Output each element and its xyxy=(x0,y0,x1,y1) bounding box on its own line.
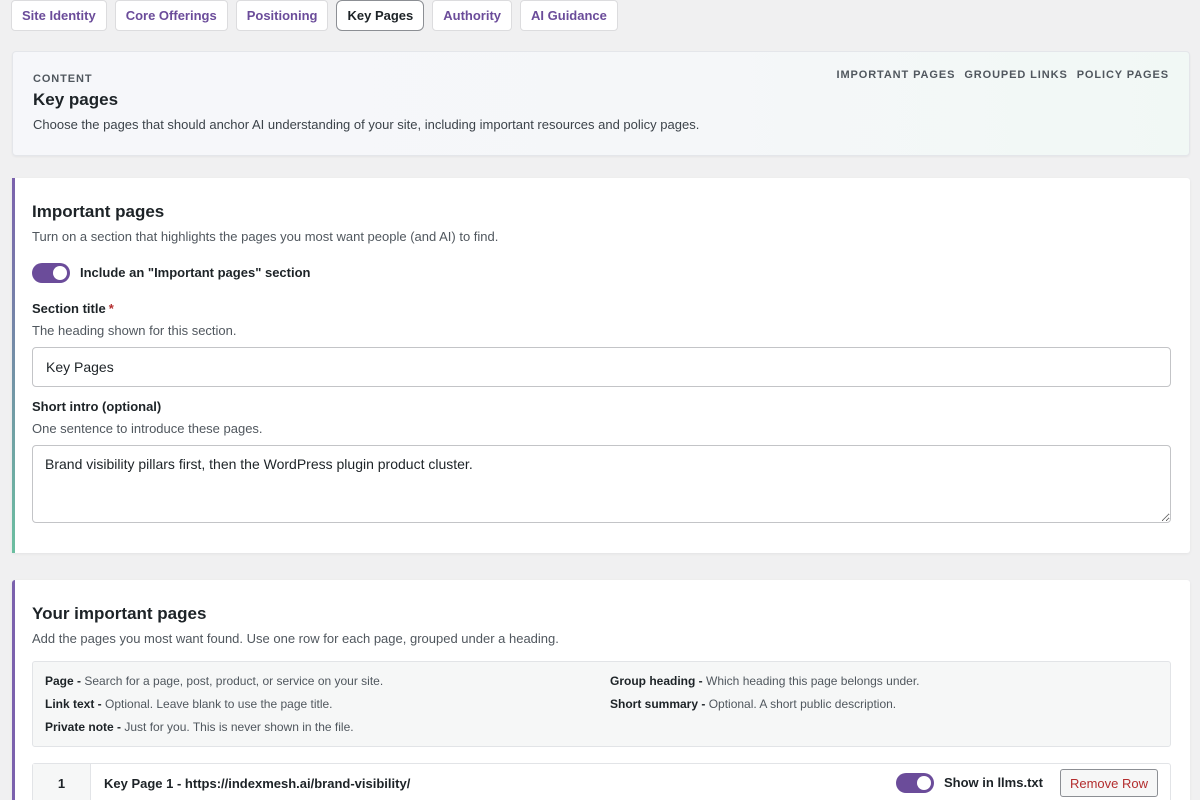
short-intro-help: One sentence to introduce these pages. xyxy=(32,421,263,436)
header-eyebrow: CONTENT xyxy=(33,73,93,85)
required-marker: * xyxy=(108,301,114,316)
tab-bar: Site Identity Core Offerings Positioning… xyxy=(11,0,618,31)
toggle-knob xyxy=(917,776,931,790)
tab-authority[interactable]: Authority xyxy=(432,0,513,31)
show-in-llms-toggle[interactable] xyxy=(896,773,934,793)
short-intro-textarea[interactable]: Brand visibility pillars first, then the… xyxy=(32,445,1171,523)
help-link-term: Link text - xyxy=(45,697,102,711)
tab-core-offerings[interactable]: Core Offerings xyxy=(114,0,228,31)
help-short-summary: Short summary - Optional. A short public… xyxy=(610,697,896,711)
section-title-help: The heading shown for this section. xyxy=(32,323,237,338)
show-in-llms-label: Show in llms.txt xyxy=(944,775,1043,790)
short-intro-label: Short intro (optional) xyxy=(32,399,162,414)
page-description: Choose the pages that should anchor AI u… xyxy=(33,117,700,132)
page-row: 1 Key Page 1 - https://indexmesh.ai/bran… xyxy=(32,763,1171,800)
anchor-policy-pages[interactable]: POLICY PAGES xyxy=(1077,69,1169,81)
help-summary-term: Short summary - xyxy=(610,697,706,711)
help-group-desc: Which heading this page belongs under. xyxy=(706,674,920,688)
section-title-label-text: Section title xyxy=(32,301,106,316)
tab-ai-guidance[interactable]: AI Guidance xyxy=(520,0,618,31)
include-section-toggle[interactable] xyxy=(32,263,70,283)
help-link-desc: Optional. Leave blank to use the page ti… xyxy=(105,697,333,711)
help-link-text: Link text - Optional. Leave blank to use… xyxy=(45,697,333,711)
anchor-grouped-links[interactable]: GROUPED LINKS xyxy=(964,69,1067,81)
field-help-box: Page - Search for a page, post, product,… xyxy=(32,661,1171,747)
help-private-note: Private note - Just for you. This is nev… xyxy=(45,720,354,734)
tab-positioning[interactable]: Positioning xyxy=(235,0,329,31)
content-header-card: CONTENT Key pages Choose the pages that … xyxy=(12,51,1190,156)
important-pages-subtitle: Turn on a section that highlights the pa… xyxy=(32,229,499,244)
page-title: Key pages xyxy=(33,90,119,109)
tab-key-pages[interactable]: Key Pages xyxy=(336,0,425,31)
include-section-label: Include an "Important pages" section xyxy=(80,265,311,280)
help-page: Page - Search for a page, post, product,… xyxy=(45,674,383,688)
important-pages-title: Important pages xyxy=(32,202,165,221)
section-title-input[interactable] xyxy=(32,347,1171,387)
your-important-pages-title: Your important pages xyxy=(32,604,207,623)
section-title-label: Section title * xyxy=(32,301,114,316)
row-title[interactable]: Key Page 1 - https://indexmesh.ai/brand-… xyxy=(104,776,410,791)
help-summary-desc: Optional. A short public description. xyxy=(708,697,897,711)
help-page-desc: Search for a page, post, product, or ser… xyxy=(84,674,384,688)
your-important-pages-card: Your important pages Add the pages you m… xyxy=(12,580,1190,800)
your-important-pages-subtitle: Add the pages you most want found. Use o… xyxy=(32,631,559,646)
important-pages-card: Important pages Turn on a section that h… xyxy=(12,178,1190,553)
help-note-desc: Just for you. This is never shown in the… xyxy=(124,720,354,734)
toggle-knob xyxy=(53,266,67,280)
header-anchor-links: IMPORTANT PAGES GROUPED LINKS POLICY PAG… xyxy=(836,69,1169,81)
remove-row-button[interactable]: Remove Row xyxy=(1059,769,1158,797)
help-page-term: Page - xyxy=(45,674,82,688)
help-note-term: Private note - xyxy=(45,720,122,734)
anchor-important-pages[interactable]: IMPORTANT PAGES xyxy=(836,69,955,81)
row-number: 1 xyxy=(33,764,91,800)
help-group-heading: Group heading - Which heading this page … xyxy=(610,674,920,688)
help-group-term: Group heading - xyxy=(610,674,703,688)
tab-site-identity[interactable]: Site Identity xyxy=(11,0,107,31)
